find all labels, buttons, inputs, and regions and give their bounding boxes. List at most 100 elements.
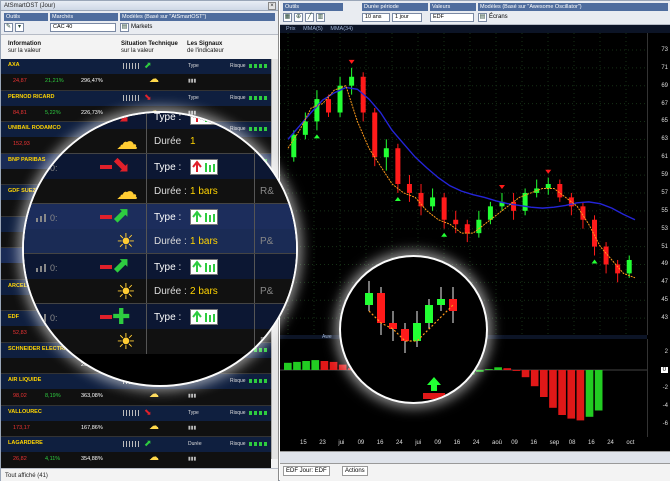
screens-icon[interactable]: ▤ (478, 13, 487, 22)
oscillator-bar (567, 370, 576, 419)
row-top: VALLOUREC ⬊ Type Risque (1, 405, 271, 421)
bottom-tabs: EDF Jour: EDF Actions (280, 463, 670, 481)
zoomed-candle (365, 293, 373, 305)
markets-icon[interactable]: ▤ (120, 23, 129, 32)
candle-body (441, 197, 447, 220)
signal-marker (498, 184, 505, 189)
oscillator-bar (293, 361, 301, 370)
candle-body (302, 121, 308, 135)
list-item[interactable]: AXA ⬈ Type Risque 24,87 21,21% 296,47% ☁… (1, 59, 271, 91)
outils-group: Outils ✎ ▾ (4, 13, 48, 33)
oscillator-bar (540, 370, 548, 397)
mag-pnl-label: P& (260, 286, 274, 297)
candle-body (349, 76, 355, 86)
mag-pnl-label: P&L (260, 336, 279, 347)
time-tick-label: 16 (453, 440, 461, 446)
risk-dots (249, 442, 269, 446)
stock-name[interactable]: AXA (8, 62, 20, 68)
list-item[interactable]: VALLOUREC ⬊ Type Risque 173,17 167,86% ☁… (1, 405, 271, 437)
mag-duration-value: 1 (190, 136, 196, 147)
oscillator-bar (329, 361, 338, 370)
zoomed-candle (437, 299, 445, 305)
tool-icon[interactable]: ▦ (283, 13, 292, 22)
oscillator-bar (521, 370, 530, 378)
type-label: Durée (188, 441, 202, 447)
header-signals: Les Signaux de l'indicateur (187, 41, 224, 54)
right-modeles-label: Modèles (Basé sur "Awesome Oscillator") (478, 3, 668, 11)
zoom-icon[interactable]: ⊕ (294, 13, 303, 22)
time-tick-label: 16 (530, 440, 538, 446)
ecrans-button[interactable]: Écrans (489, 13, 508, 22)
edit-icon[interactable]: ✎ (4, 23, 13, 32)
header-info: Information sur la valeur (8, 41, 41, 54)
periode-length-select[interactable]: 10 ans (362, 13, 390, 22)
price-tick-label: 73 (661, 46, 668, 53)
grid-icon[interactable]: ▥ (316, 13, 325, 22)
signal-marker (394, 196, 401, 201)
valeurs-select[interactable]: EDF (430, 13, 474, 22)
candle-body (383, 148, 389, 158)
oscillator-axis: 2 0 -2 -4 -6 (647, 339, 670, 437)
legend-mma5[interactable]: MMA(5) (303, 25, 323, 33)
candle-body (406, 184, 412, 193)
duration-label: ▮▮▮ (188, 393, 197, 399)
type-box-icon (190, 159, 218, 175)
column-headers: Information sur la valeur Situation Techn… (1, 37, 278, 59)
mag-type-label: Type : (154, 212, 182, 223)
price-tick-label: 65 (661, 118, 668, 125)
stock-price: 98,02 (13, 393, 27, 399)
stock-name[interactable]: EDF (8, 314, 19, 320)
stock-name[interactable]: PERNOD RICARD (8, 94, 54, 100)
candle-body (453, 219, 459, 225)
weather-icon: ☁ (116, 179, 138, 204)
time-tick-label: 24 (472, 440, 480, 446)
time-tick-label: 16 (588, 440, 595, 446)
periode-unit-select[interactable]: 1 jour (392, 13, 422, 22)
price-tick-label: 61 (661, 154, 668, 161)
oscillator-bar (311, 360, 320, 370)
signal-marker (313, 134, 320, 139)
magnified-row: 0: ⬊ ☁ Type : Durée : 1 bars R& (24, 153, 296, 204)
up-arrow-icon (427, 377, 441, 391)
zoomed-candles (365, 281, 457, 399)
line-icon[interactable]: ╱ (305, 13, 314, 22)
marches-select[interactable]: CAC 40 (50, 23, 116, 32)
trend-arrow-icon: ⬊ (144, 91, 152, 102)
svg-text:0:: 0: (50, 263, 58, 272)
legend-mma34[interactable]: MMA(34) (330, 25, 353, 33)
svg-text:0:: 0: (50, 113, 58, 122)
right-panel: Outils ▦ ⊕ ╱ ▥ Durée période 10 ans 1 jo… (280, 1, 670, 481)
risk-label: Risque (230, 94, 246, 101)
svg-text:0:: 0: (50, 213, 58, 222)
dropdown-icon[interactable]: ▾ (15, 23, 24, 32)
stock-name[interactable]: AIR LIQUIDE (8, 377, 41, 383)
type-label: Type (188, 94, 199, 101)
time-tick-label: oct (626, 440, 635, 446)
horizontal-scrollbar[interactable] (280, 451, 670, 463)
oscillator-bar (558, 370, 566, 415)
list-magnifier: 0: ⬊ ☁ Type : Durée 1 P&L 0: ⬊ ☁ Type : … (24, 113, 296, 385)
stock-name[interactable]: LAGARDERE (8, 440, 43, 446)
row-bottom: 26,82 4,11% 354,88% ☁ ▮▮▮ (1, 452, 271, 468)
chart-legend-bar: Prix MMA(5) MMA(34) (280, 25, 670, 33)
markets-button[interactable]: Markets (131, 23, 152, 32)
stock-name[interactable]: VALLOUREC (8, 409, 42, 415)
header-tech: Situation Technique sur la valeur (121, 41, 178, 54)
trend-dash-icon (100, 165, 112, 169)
price-tick-label: 59 (661, 172, 668, 179)
row-bottom: 173,17 167,86% ☁ ▮▮▮ (1, 420, 271, 436)
oscillator-bar (549, 370, 557, 408)
legend-prix[interactable]: Prix (286, 25, 295, 33)
close-icon[interactable]: × (268, 2, 276, 10)
signal-marker (348, 59, 355, 64)
stock-change: 4,11% (45, 456, 61, 462)
oscillator-bar (594, 370, 603, 411)
risk-label: Risque (230, 409, 246, 416)
list-item[interactable]: LAGARDERE ⬈ Durée Risque 26,82 4,11% 354… (1, 437, 271, 469)
zoomed-candle (389, 323, 397, 329)
tab-actions[interactable]: Actions (342, 466, 368, 476)
mag-duration-label: Durée : (154, 236, 187, 247)
tab-edf[interactable]: EDF Jour: EDF (283, 466, 330, 476)
right-outils-label: Outils (283, 3, 343, 11)
type-box-icon (190, 259, 218, 275)
